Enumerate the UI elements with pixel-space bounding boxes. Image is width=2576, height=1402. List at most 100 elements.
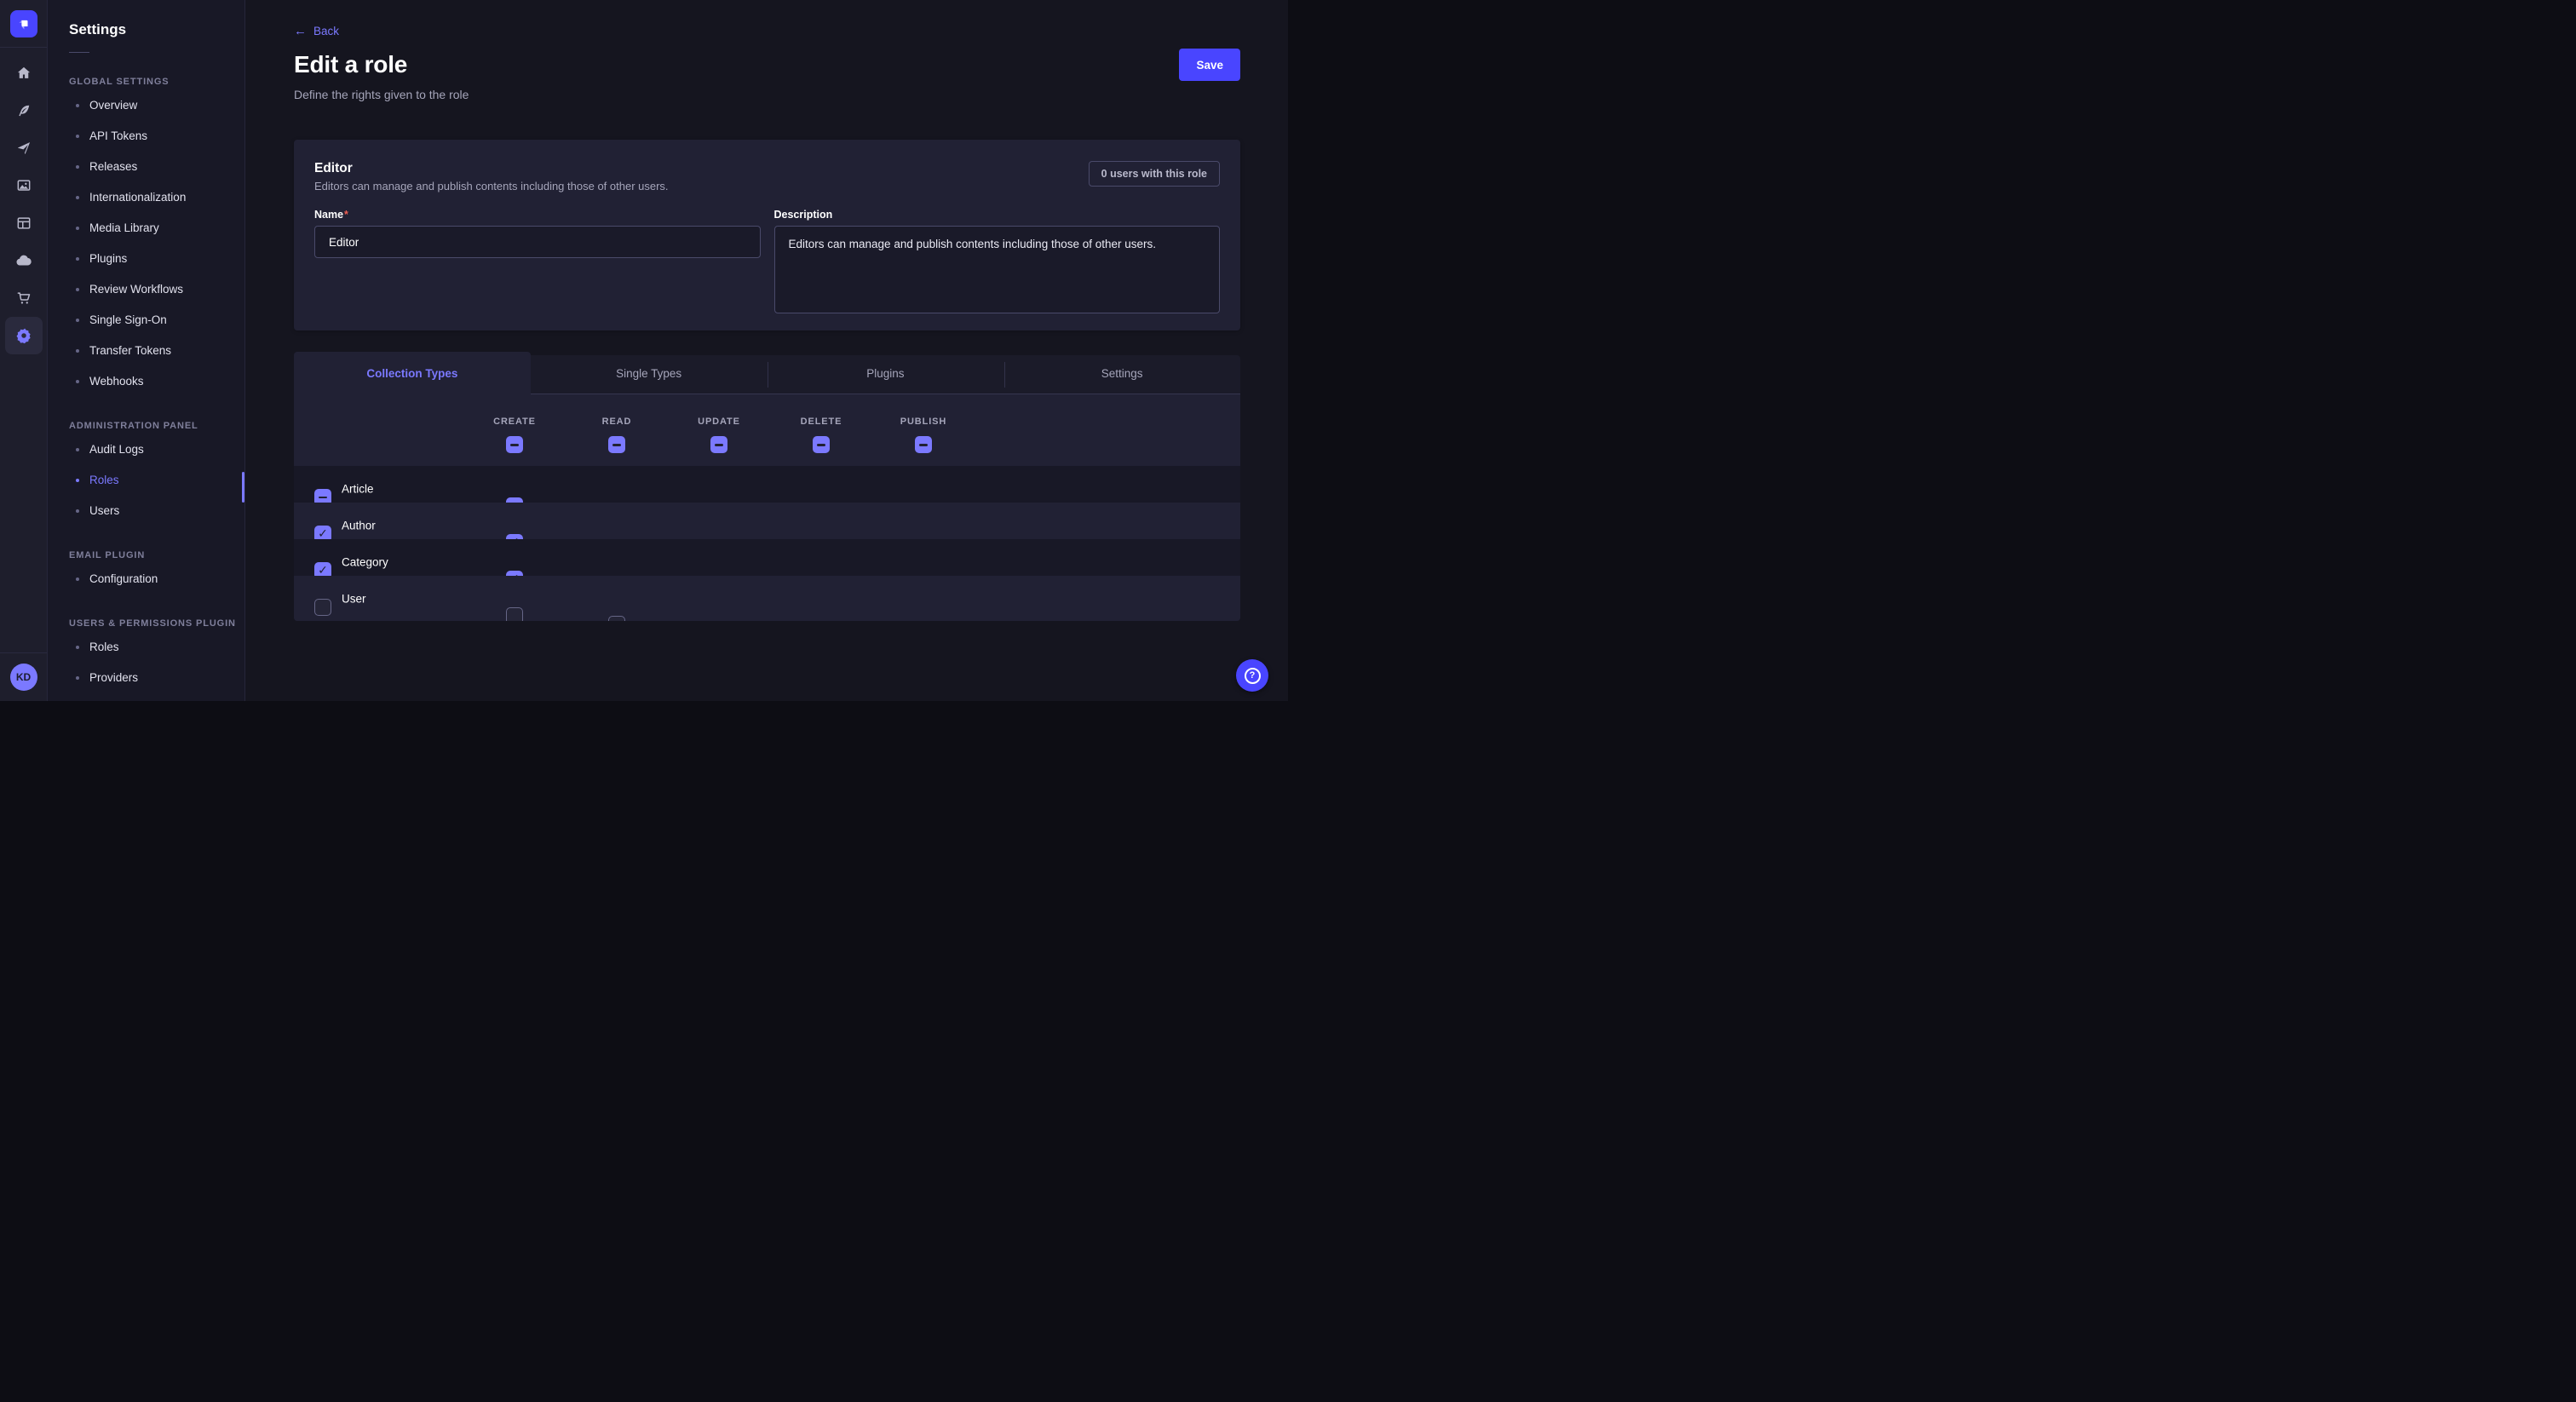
row-label-category: Category [342, 555, 388, 568]
sidebar-item-roles[interactable]: Roles [69, 632, 244, 663]
role-description-text: Editors can manage and publish contents … [314, 180, 1220, 193]
bullet-icon [76, 165, 79, 169]
sidebar-item-label: Plugins [89, 252, 127, 266]
perm-column-label: DELETE [801, 416, 842, 428]
page-subtitle: Define the rights given to the role [294, 86, 1240, 103]
sidebar-item-label: Releases [89, 160, 137, 174]
app-window: KD Settings GLOBAL SETTINGSOverviewAPI T… [0, 0, 1288, 701]
subnav-title: Settings [69, 21, 244, 38]
perm-checkbox-user-create[interactable] [506, 607, 523, 622]
bullet-icon [76, 349, 79, 353]
sidebar-item-label: Audit Logs [89, 443, 144, 457]
required-asterisk: * [344, 209, 348, 221]
perm-column-label: UPDATE [698, 416, 740, 428]
perm-column-read: READ [583, 394, 651, 474]
sidebar-item-webhooks[interactable]: Webhooks [69, 366, 244, 397]
permissions-table-header: CREATE READ UPDATE DELETE PUBLISH [294, 394, 1240, 474]
paper-plane-icon[interactable] [5, 129, 43, 167]
sidebar-item-label: Roles [89, 474, 119, 487]
perm-checkbox-all-read[interactable] [608, 436, 625, 453]
perm-column-label: PUBLISH [900, 416, 946, 428]
perm-column-label: READ [602, 416, 632, 428]
help-button[interactable]: ? [1236, 659, 1268, 692]
save-button[interactable]: Save [1179, 49, 1240, 81]
subnav-divider [69, 52, 89, 53]
sidebar-item-label: Review Workflows [89, 283, 183, 296]
shopping-cart-icon[interactable] [5, 279, 43, 317]
tab-plugins[interactable]: Plugins [768, 352, 1004, 394]
row-label-author: Author [342, 519, 376, 531]
row-label-article: Article [342, 482, 374, 495]
permissions-tabs: Collection TypesSingle TypesPluginsSetti… [294, 352, 1240, 394]
sidebar-item-internationalization[interactable]: Internationalization [69, 182, 244, 213]
perm-checkbox-user-all[interactable] [314, 599, 331, 616]
tab-separator [1004, 362, 1005, 388]
perm-column-update: UPDATE [685, 394, 753, 474]
cloud-icon[interactable] [5, 242, 43, 279]
bullet-icon [76, 135, 79, 138]
sidebar-section-label-administration-panel: ADMINISTRATION PANEL [69, 419, 244, 433]
back-arrow-icon: ← [294, 23, 307, 40]
permissions-panel: Collection TypesSingle TypesPluginsSetti… [294, 352, 1240, 655]
sidebar-item-releases[interactable]: Releases [69, 152, 244, 182]
perm-checkbox-all-update[interactable] [710, 436, 727, 453]
perm-checkbox-user-read[interactable] [608, 616, 625, 622]
rail-bottom: KD [0, 652, 47, 701]
sidebar-item-api-tokens[interactable]: API Tokens [69, 121, 244, 152]
perm-column-create: CREATE [480, 394, 549, 474]
description-field-label: Description [774, 208, 1221, 221]
bullet-icon [76, 257, 79, 261]
bullet-icon [76, 288, 79, 291]
sidebar-item-overview[interactable]: Overview [69, 90, 244, 121]
sidebar-item-roles[interactable]: Roles [69, 465, 244, 496]
layout-icon[interactable] [5, 204, 43, 242]
bullet-icon [76, 676, 79, 680]
name-field-group: Name* [314, 208, 761, 318]
role-name-heading: Editor [314, 160, 1220, 176]
back-link[interactable]: ← Back [294, 23, 339, 40]
perm-column-publish: PUBLISH [889, 394, 957, 474]
back-label: Back [313, 23, 339, 40]
sidebar-item-label: Single Sign-On [89, 313, 167, 327]
bullet-icon [76, 196, 79, 199]
sidebar-item-single-sign-on[interactable]: Single Sign-On [69, 305, 244, 336]
table-row-user: User [294, 576, 1240, 621]
subnav-sections: GLOBAL SETTINGSOverviewAPI TokensRelease… [69, 75, 244, 693]
bullet-icon [76, 448, 79, 451]
perm-column-label: CREATE [493, 416, 536, 428]
main-content: ← Back Edit a role Save Define the right… [245, 0, 1288, 701]
permissions-table: CREATE READ UPDATE DELETE PUBLISH Article Aut… [294, 394, 1240, 621]
perm-checkbox-all-delete[interactable] [813, 436, 830, 453]
feather-icon[interactable] [5, 92, 43, 129]
settings-gear-icon[interactable] [5, 317, 43, 354]
sidebar-item-label: Media Library [89, 221, 159, 235]
tab-single-types[interactable]: Single Types [531, 352, 768, 394]
bullet-icon [76, 509, 79, 513]
bullet-icon [76, 380, 79, 383]
media-library-icon[interactable] [5, 167, 43, 204]
sidebar-item-users[interactable]: Users [69, 496, 244, 526]
perm-checkbox-all-publish[interactable] [915, 436, 932, 453]
user-avatar[interactable]: KD [10, 664, 37, 691]
row-label-user: User [342, 592, 366, 605]
description-textarea[interactable]: Editors can manage and publish contents … [774, 226, 1221, 313]
sidebar-item-review-workflows[interactable]: Review Workflows [69, 274, 244, 305]
sidebar-item-providers[interactable]: Providers [69, 663, 244, 693]
sidebar-section-label-email-plugin: EMAIL PLUGIN [69, 549, 244, 562]
tab-collection-types[interactable]: Collection Types [294, 352, 531, 394]
strapi-logo-icon[interactable] [10, 10, 37, 37]
tab-settings[interactable]: Settings [1003, 352, 1240, 394]
sidebar-item-label: API Tokens [89, 129, 147, 143]
bullet-icon [76, 227, 79, 230]
home-icon[interactable] [5, 55, 43, 92]
users-with-role-badge[interactable]: 0 users with this role [1089, 161, 1220, 187]
sidebar-item-plugins[interactable]: Plugins [69, 244, 244, 274]
name-input[interactable] [314, 226, 761, 258]
sidebar-item-audit-logs[interactable]: Audit Logs [69, 434, 244, 465]
sidebar-item-configuration[interactable]: Configuration [69, 564, 244, 595]
perm-checkbox-all-create[interactable] [506, 436, 523, 453]
sidebar-item-media-library[interactable]: Media Library [69, 213, 244, 244]
sidebar-item-transfer-tokens[interactable]: Transfer Tokens [69, 336, 244, 366]
active-item-indicator [242, 472, 244, 503]
perm-column-delete: DELETE [787, 394, 855, 474]
